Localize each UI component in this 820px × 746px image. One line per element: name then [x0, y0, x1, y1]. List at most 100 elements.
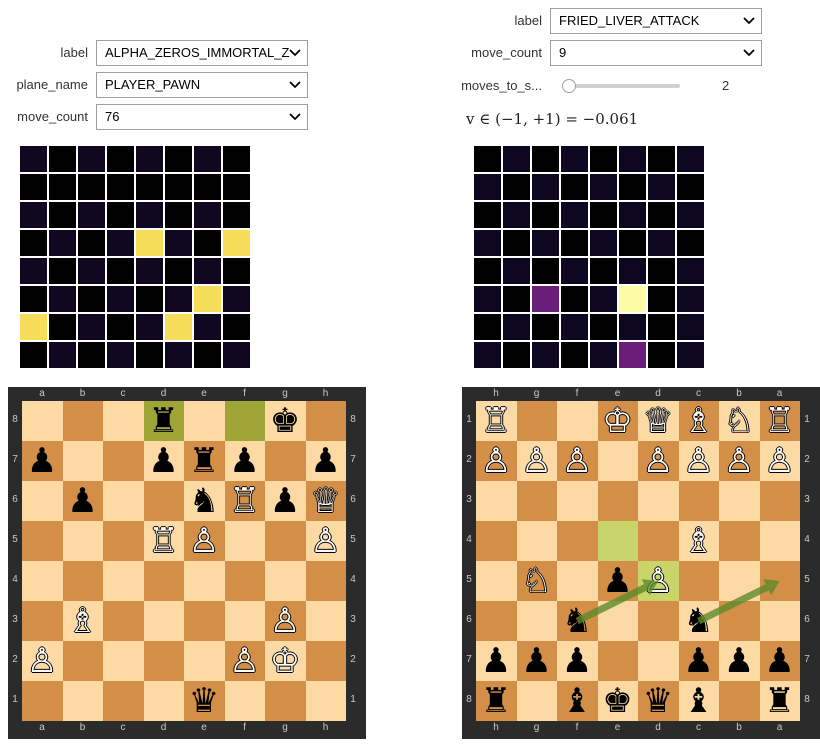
chevron-down-icon — [743, 17, 755, 25]
board-square[interactable] — [184, 401, 225, 441]
white-piece[interactable]: ♗ — [63, 601, 103, 641]
board-square[interactable] — [103, 401, 144, 441]
plane-cell — [78, 202, 105, 228]
plane-cell — [165, 230, 192, 256]
white-piece[interactable]: ♙ — [184, 521, 224, 561]
white-piece[interactable]: ♖ — [225, 481, 265, 521]
board-square[interactable] — [184, 561, 225, 601]
file-label: g — [282, 722, 288, 733]
board-square[interactable] — [184, 601, 225, 641]
board-square[interactable] — [62, 681, 103, 721]
board-square[interactable] — [305, 401, 346, 441]
move-arrow-shaft — [697, 584, 769, 625]
file-label: f — [243, 388, 246, 399]
plane-name-select[interactable]: PLAYER_PAWN — [96, 72, 308, 98]
plane-cell — [648, 230, 675, 256]
black-piece[interactable]: ♜ — [184, 441, 224, 481]
black-piece[interactable]: ♜ — [144, 401, 184, 441]
board-square[interactable] — [224, 401, 265, 441]
plane-cell — [194, 286, 221, 312]
plane-cell — [20, 314, 47, 340]
label-select-right-value: FRIED_LIVER_ATTACK — [559, 13, 700, 28]
board-square[interactable] — [224, 561, 265, 601]
plane-cell — [223, 342, 250, 368]
black-piece[interactable]: ♛ — [184, 681, 224, 721]
board-square[interactable] — [103, 601, 144, 641]
board-square[interactable] — [103, 481, 144, 521]
board-square[interactable] — [22, 481, 63, 521]
board-square[interactable] — [305, 681, 346, 721]
board-square[interactable] — [265, 681, 306, 721]
move-count-select[interactable]: 76 — [96, 104, 308, 130]
moves-to-show-slider[interactable] — [562, 84, 680, 88]
board-square[interactable] — [22, 521, 63, 561]
board-square[interactable] — [143, 561, 184, 601]
board-square[interactable] — [62, 441, 103, 481]
black-piece[interactable]: ♟ — [144, 441, 184, 481]
slider-handle[interactable] — [562, 79, 576, 93]
plane-cell — [78, 230, 105, 256]
plane-cell — [532, 342, 559, 368]
board-square[interactable] — [305, 641, 346, 681]
plane-cell — [194, 174, 221, 200]
board-square[interactable] — [305, 601, 346, 641]
board-square[interactable] — [143, 481, 184, 521]
white-piece[interactable]: ♔ — [265, 641, 305, 681]
board-square[interactable] — [143, 681, 184, 721]
board-square[interactable] — [22, 601, 63, 641]
plane-cell — [474, 286, 501, 312]
board-square[interactable] — [22, 561, 63, 601]
board-square[interactable] — [22, 681, 63, 721]
rank-label: 4 — [350, 574, 356, 585]
white-piece[interactable]: ♙ — [225, 641, 265, 681]
board-square[interactable] — [224, 521, 265, 561]
white-piece[interactable]: ♙ — [306, 521, 346, 561]
board-square[interactable] — [143, 641, 184, 681]
black-piece[interactable]: ♟ — [306, 441, 346, 481]
board-square[interactable] — [103, 441, 144, 481]
black-piece[interactable]: ♟ — [22, 441, 62, 481]
board-square[interactable] — [62, 561, 103, 601]
board-square[interactable] — [62, 641, 103, 681]
board-square[interactable] — [103, 561, 144, 601]
plane-cell — [532, 258, 559, 284]
white-piece[interactable]: ♙ — [265, 601, 305, 641]
move-count-select-right[interactable]: 9 — [550, 40, 762, 66]
black-piece[interactable]: ♟ — [265, 481, 305, 521]
rank-label: 7 — [350, 454, 356, 465]
black-piece[interactable]: ♞ — [184, 481, 224, 521]
white-piece[interactable]: ♖ — [144, 521, 184, 561]
board-square[interactable] — [103, 681, 144, 721]
chess-board-right[interactable]: h h g g f f e e d d c c b b a a 1 1 2 2 3 3 4 4 5 5 6 6 7 7 8 8 ♖ ♔ ♕ ♗ ♘ ♖ ♙ ♙… — [462, 387, 820, 739]
board-square[interactable] — [265, 521, 306, 561]
white-piece[interactable]: ♕ — [306, 481, 346, 521]
black-piece[interactable]: ♚ — [265, 401, 305, 441]
board-square[interactable] — [103, 641, 144, 681]
board-square[interactable] — [224, 601, 265, 641]
board-square[interactable] — [184, 641, 225, 681]
board-square[interactable] — [265, 561, 306, 601]
black-piece[interactable]: ♟ — [225, 441, 265, 481]
white-piece[interactable]: ♙ — [22, 641, 62, 681]
plane-cell — [223, 230, 250, 256]
board-square[interactable] — [62, 401, 103, 441]
board-square[interactable] — [305, 561, 346, 601]
rank-label: 3 — [12, 614, 18, 625]
label-select-right[interactable]: FRIED_LIVER_ATTACK — [550, 8, 762, 34]
plane-cell — [532, 202, 559, 228]
board-square[interactable] — [265, 441, 306, 481]
board-square[interactable] — [224, 681, 265, 721]
plane-cell — [590, 174, 617, 200]
plane-cell — [648, 258, 675, 284]
chess-board-left[interactable]: a a b b c c d d e e f f g g h h 8 8 7 7 6 6 5 5 4 4 3 3 2 2 1 1 ♜ ♚ ♟ ♟ ♜ ♟ ♟ ♟… — [8, 387, 366, 739]
label-select[interactable]: ALPHA_ZEROS_IMMORTAL_Z — [96, 40, 308, 66]
plane-cell — [561, 314, 588, 340]
board-square[interactable] — [62, 521, 103, 561]
board-square[interactable] — [143, 601, 184, 641]
board-square[interactable] — [103, 521, 144, 561]
black-piece[interactable]: ♟ — [63, 481, 103, 521]
board-square[interactable] — [22, 401, 63, 441]
plane-cell — [49, 342, 76, 368]
plane-cell — [590, 230, 617, 256]
plane-cell — [223, 314, 250, 340]
